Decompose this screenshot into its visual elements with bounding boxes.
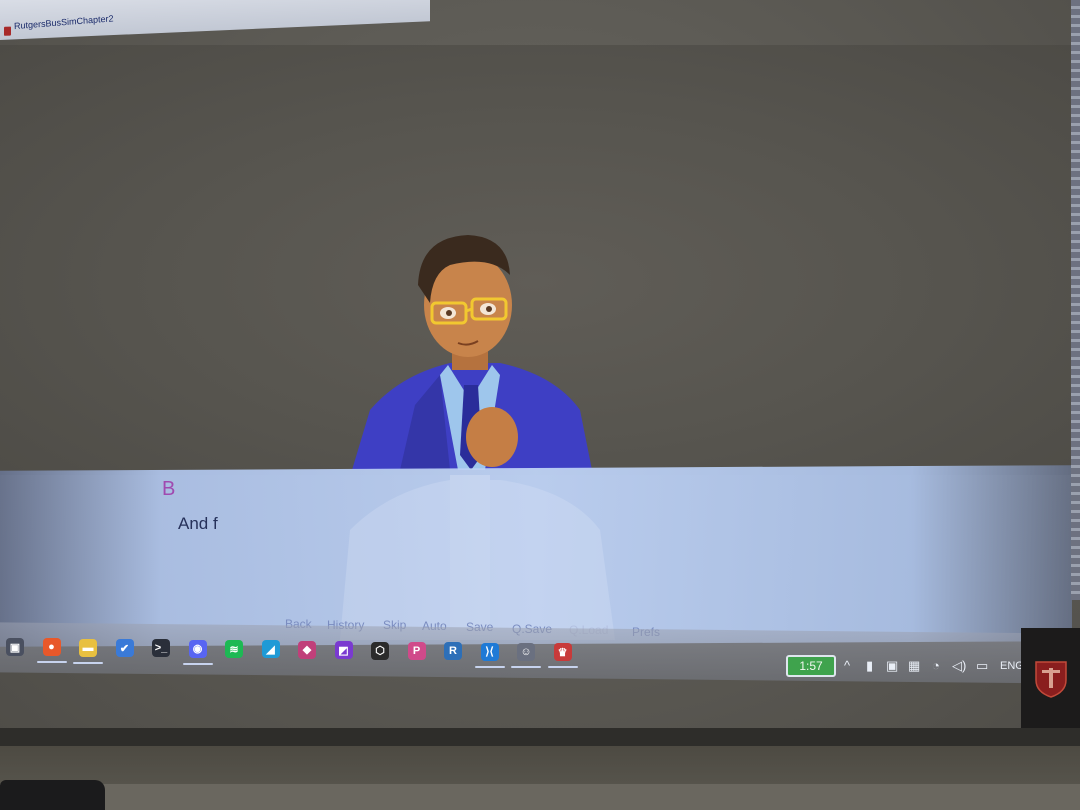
running-indicator bbox=[511, 665, 541, 668]
university-crest-logo bbox=[1035, 661, 1067, 698]
speaker-name: B bbox=[162, 478, 176, 500]
vscode-icon[interactable]: ⟩⟨ bbox=[480, 642, 499, 661]
affinity-designer-icon[interactable]: ◢ bbox=[261, 640, 280, 659]
window-title-bar[interactable]: RutgersBusSimChapter2 bbox=[0, 0, 430, 41]
wall-rail bbox=[0, 784, 1080, 810]
microphone-icon[interactable]: ▮ bbox=[866, 658, 873, 674]
file-explorer-icon[interactable]: ▬ bbox=[79, 638, 97, 657]
app-icon bbox=[4, 26, 11, 36]
running-indicator bbox=[547, 666, 578, 669]
firefox-icon[interactable]: ● bbox=[42, 638, 61, 657]
r-studio-icon[interactable]: R bbox=[444, 642, 462, 661]
battery-indicator[interactable]: 1:57 bbox=[786, 655, 836, 677]
sprite-reflection bbox=[340, 475, 615, 640]
window-title: RutgersBusSimChapter2 bbox=[13, 13, 114, 32]
affinity-photo-icon[interactable]: ◩ bbox=[334, 641, 353, 660]
discord-icon[interactable]: ◉ bbox=[188, 639, 207, 658]
running-indicator bbox=[182, 662, 213, 665]
screen-bezel bbox=[0, 728, 1080, 746]
wifi-icon[interactable]: ◔ bbox=[932, 658, 940, 673]
dialogue-text: And f bbox=[178, 514, 218, 533]
battery-icon[interactable]: ▭ bbox=[976, 658, 988, 674]
teams-icon[interactable]: ▣ bbox=[886, 658, 898, 674]
unity-hub-icon[interactable]: ⬡ bbox=[371, 641, 389, 660]
terminal-icon[interactable]: >_ bbox=[152, 639, 170, 658]
renpy-icon[interactable]: ☺ bbox=[517, 642, 535, 661]
system-tray: 1:57 ^ ▮ ▣ ▦ ◔ ◁) ▭ ENG bbox=[786, 655, 1026, 679]
pycharm-icon[interactable]: P bbox=[407, 641, 426, 660]
taskview-icon[interactable]: ▣ bbox=[6, 638, 24, 656]
character-sprite bbox=[352, 235, 592, 470]
spotify-icon[interactable]: ≋ bbox=[225, 640, 243, 659]
volume-icon[interactable]: ◁) bbox=[952, 658, 966, 674]
running-indicator bbox=[474, 665, 505, 668]
chair-back bbox=[0, 780, 105, 810]
projector-screen: RutgersBusSimChapter2 B And f Back Histo… bbox=[0, 0, 1072, 735]
onedrive-icon[interactable]: ▦ bbox=[908, 658, 920, 674]
running-indicator bbox=[73, 661, 103, 664]
todo-icon[interactable]: ✔ bbox=[115, 639, 134, 658]
affinity-publisher-icon[interactable]: ◆ bbox=[298, 640, 316, 659]
renpy-game-icon[interactable]: ♛ bbox=[553, 643, 572, 662]
chevron-up-icon[interactable]: ^ bbox=[844, 658, 850, 673]
adjacent-window-edge bbox=[1071, 0, 1080, 600]
